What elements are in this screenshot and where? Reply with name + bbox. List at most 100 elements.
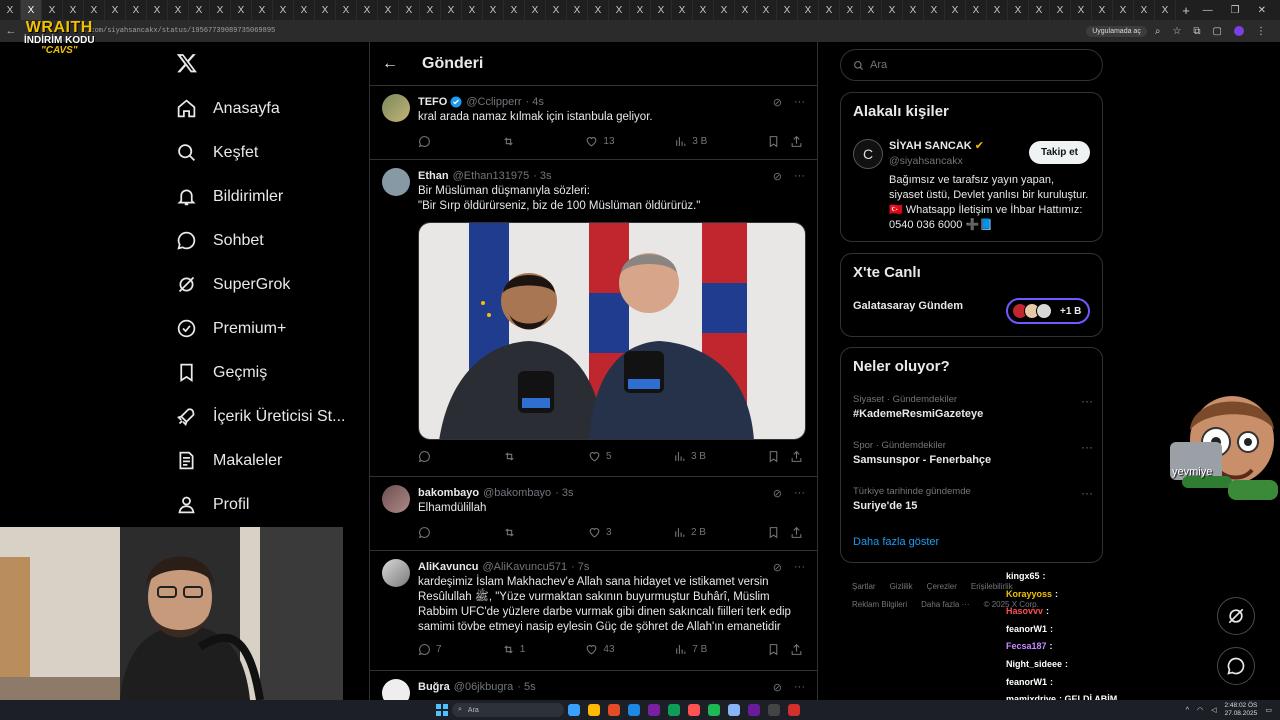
live-item[interactable]: Galatasaray Gündem <box>853 300 963 312</box>
close-icon[interactable]: ✕ <box>1258 5 1266 16</box>
views-button[interactable]: 3 B <box>673 450 706 463</box>
browser-tab[interactable]: X <box>693 0 714 20</box>
views-button[interactable]: 3 B <box>674 135 707 148</box>
browser-tab[interactable]: X <box>0 0 21 20</box>
grok-icon[interactable]: ⊘ <box>773 681 782 694</box>
nav-item-premium[interactable]: Premium+ <box>176 318 376 339</box>
footer-link[interactable]: Gizlilik <box>890 582 913 591</box>
nav-item-chat[interactable]: Sohbet <box>176 230 376 251</box>
chat-username[interactable]: Korayyoss <box>1006 589 1052 599</box>
taskbar-app-icon[interactable] <box>648 704 660 716</box>
browser-tab[interactable]: X <box>252 0 273 20</box>
like-button[interactable]: 3 <box>588 526 612 539</box>
browser-tab[interactable]: X <box>882 0 903 20</box>
browser-tab[interactable]: X <box>798 0 819 20</box>
grok-fab-button[interactable] <box>1217 597 1255 635</box>
browser-tab[interactable]: X <box>840 0 861 20</box>
menu-icon[interactable]: ⋮ <box>1256 26 1266 37</box>
browser-tab[interactable]: X <box>462 0 483 20</box>
share-icon[interactable] <box>790 526 803 539</box>
browser-tab[interactable]: X <box>420 0 441 20</box>
clock[interactable]: 2:48:02 ÖS 27.08.2025 <box>1224 702 1257 718</box>
reply-button[interactable] <box>418 135 442 148</box>
nav-item-profile[interactable]: Profil <box>176 494 376 515</box>
reply-button[interactable] <box>418 450 442 463</box>
x-logo-icon[interactable] <box>176 52 198 74</box>
more-icon[interactable]: ··· <box>794 561 805 574</box>
follow-button[interactable]: Takip et <box>1028 141 1090 164</box>
reply-tweet[interactable]: TEFO @Cclipperr · 4s ⊘ ··· kral arada nam… <box>370 86 817 160</box>
footer-link[interactable]: Reklam Bilgileri <box>852 600 907 609</box>
browser-tab[interactable]: X <box>210 0 231 20</box>
bookmark-icon[interactable] <box>767 450 780 463</box>
nav-item-bookmarks[interactable]: Geçmiş <box>176 362 376 383</box>
avatar[interactable] <box>382 559 410 587</box>
author-handle[interactable]: @AliKavuncu571 <box>483 561 568 573</box>
taskbar-app-icon[interactable] <box>588 704 600 716</box>
trend-item[interactable]: Spor · Gündemdekiler Samsunspor - Fenerb… <box>853 440 1093 466</box>
post-time[interactable]: · 5s <box>517 681 535 693</box>
browser-tab[interactable]: X <box>672 0 693 20</box>
chat-username[interactable]: Night_sideee <box>1006 659 1062 669</box>
author-name[interactable]: AliKavuncu <box>418 561 479 573</box>
reply-tweet[interactable]: bakombayo @bakombayo · 3s ⊘ ··· Elhamdüli… <box>370 477 817 551</box>
grok-icon[interactable]: ⊘ <box>773 487 782 500</box>
nav-item-supergrok[interactable]: SuperGrok <box>176 274 376 295</box>
browser-tab[interactable]: X <box>966 0 987 20</box>
taskbar-app-icon[interactable] <box>748 704 760 716</box>
browser-tab[interactable]: X <box>84 0 105 20</box>
new-tab-button[interactable]: + <box>1176 3 1196 18</box>
bookmark-icon[interactable] <box>767 643 780 656</box>
retweet-button[interactable] <box>502 135 526 148</box>
browser-tab[interactable]: X <box>714 0 735 20</box>
post-time[interactable]: · 4s <box>526 96 544 108</box>
more-icon[interactable]: ··· <box>1081 486 1093 500</box>
like-button[interactable]: 13 <box>585 135 615 148</box>
browser-tab[interactable]: X <box>567 0 588 20</box>
like-button[interactable]: 43 <box>585 643 615 656</box>
tray-chevron-icon[interactable]: ^ <box>1186 707 1189 714</box>
browser-tab[interactable]: X <box>735 0 756 20</box>
nav-item-notifications[interactable]: Bildirimler <box>176 186 376 207</box>
taskbar-app-icon[interactable] <box>768 704 780 716</box>
browser-tab[interactable]: X <box>483 0 504 20</box>
post-time[interactable]: · 7s <box>571 561 589 573</box>
tweet-photo[interactable] <box>418 222 806 440</box>
minimize-icon[interactable]: — <box>1203 5 1213 16</box>
avatar[interactable]: C <box>853 139 883 169</box>
browser-tab[interactable]: X <box>1134 0 1155 20</box>
browser-tab[interactable]: X <box>1113 0 1134 20</box>
reply-tweet[interactable]: Buğra @06jkbugra · 5s ⊘ ··· <box>370 671 817 702</box>
more-icon[interactable]: ··· <box>794 96 805 109</box>
bookmark-icon[interactable] <box>767 135 780 148</box>
retweet-button[interactable] <box>503 450 527 463</box>
reply-tweet[interactable]: Ethan @Ethan131975 · 3s ⊘ ··· Bir Müslüma… <box>370 160 817 477</box>
taskbar-app-icon[interactable] <box>708 704 720 716</box>
browser-tab[interactable]: X <box>147 0 168 20</box>
zoom-icon[interactable]: ⌕ <box>1155 26 1161 37</box>
trend-item[interactable]: Türkiye tarihinde gündemde Suriye'de 15 … <box>853 486 1093 512</box>
star-icon[interactable]: ☆ <box>1172 26 1181 37</box>
browser-tab[interactable]: X <box>651 0 672 20</box>
grok-icon[interactable]: ⊘ <box>773 561 782 574</box>
author-handle[interactable]: @06jkbugra <box>454 681 513 693</box>
browser-tab[interactable]: X <box>609 0 630 20</box>
volume-icon[interactable]: ◁ <box>1211 706 1216 714</box>
views-button[interactable]: 2 B <box>673 526 706 539</box>
browser-tab[interactable]: X <box>504 0 525 20</box>
chat-username[interactable]: kingx65 <box>1006 571 1040 581</box>
url-text[interactable]: x.com/siyahsancakx/status/19567739089735… <box>82 27 1086 35</box>
footer-link[interactable]: Daha fazla ··· <box>921 600 969 609</box>
sidepanel-icon[interactable]: ▢ <box>1213 26 1222 37</box>
browser-tab[interactable]: X <box>630 0 651 20</box>
browser-tab[interactable]: X <box>1008 0 1029 20</box>
nav-item-explore[interactable]: Keşfet <box>176 142 376 163</box>
more-icon[interactable]: ··· <box>1081 440 1093 454</box>
browser-tab[interactable]: X <box>777 0 798 20</box>
taskbar-app-icon[interactable] <box>688 704 700 716</box>
browser-tab[interactable]: X <box>231 0 252 20</box>
avatar[interactable] <box>382 168 410 196</box>
taskbar-app-icon[interactable] <box>788 704 800 716</box>
share-icon[interactable] <box>790 135 803 148</box>
browser-tab[interactable]: X <box>546 0 567 20</box>
